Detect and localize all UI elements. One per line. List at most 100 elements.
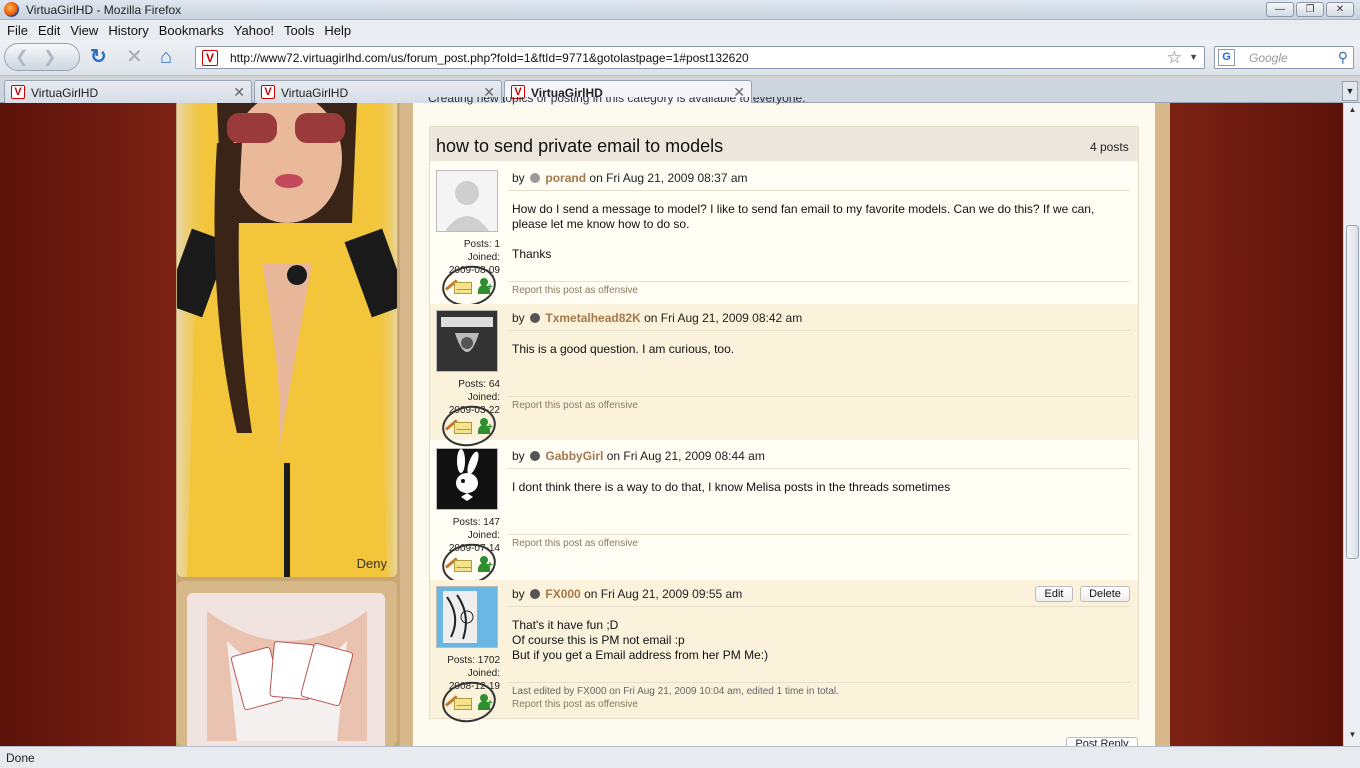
post-date: on Fri Aug 21, 2009 08:44 am bbox=[606, 449, 765, 463]
back-forward-group: ❮ ❯ bbox=[4, 43, 80, 71]
tab-favicon: V bbox=[11, 85, 25, 99]
report-post-link[interactable]: Report this post as offensive bbox=[512, 400, 638, 411]
delete-post-button[interactable]: Delete bbox=[1080, 586, 1130, 602]
tab-1[interactable]: V VirtuaGirlHD ✕ bbox=[4, 80, 252, 103]
scroll-down-icon[interactable]: ▼ bbox=[1346, 730, 1359, 744]
user-avatar[interactable] bbox=[436, 586, 498, 648]
navigation-toolbar: ❮ ❯ ↻ ✕ ⌂ V http://www72.virtuagirlhd.co… bbox=[0, 40, 1360, 76]
menu-bar: File Edit View History Bookmarks Yahoo! … bbox=[0, 20, 1360, 40]
model-photo[interactable]: Deny bbox=[177, 103, 397, 577]
forum-post: Posts: 1702 Joined: 2008-12-19 + by FX00… bbox=[430, 580, 1138, 727]
category-note: Creating new topics or posting in this c… bbox=[428, 97, 806, 105]
post-divider bbox=[508, 682, 1130, 683]
private-message-icon[interactable] bbox=[454, 560, 472, 572]
post-divider bbox=[508, 281, 1130, 282]
post-divider bbox=[508, 190, 1130, 191]
post-body: This is a good question. I am curious, t… bbox=[512, 342, 735, 356]
post-divider bbox=[508, 468, 1130, 469]
report-post-link[interactable]: Report this post as offensive bbox=[512, 285, 638, 296]
online-status-icon bbox=[530, 173, 541, 183]
search-placeholder[interactable]: Google bbox=[1249, 51, 1288, 65]
menu-edit[interactable]: Edit bbox=[33, 23, 65, 38]
post-date: on Fri Aug 21, 2009 08:42 am bbox=[644, 311, 803, 325]
post-author-link[interactable]: GabbyGirl bbox=[545, 449, 603, 463]
vertical-scrollbar[interactable]: ▲ ▼ bbox=[1343, 103, 1360, 746]
add-friend-icon[interactable]: + bbox=[478, 556, 493, 572]
private-message-icon[interactable] bbox=[454, 422, 472, 434]
tab-label: VirtuaGirlHD bbox=[31, 86, 99, 100]
page-background-right bbox=[1170, 103, 1343, 746]
back-arrow-icon[interactable]: ❮ bbox=[15, 47, 28, 67]
all-tabs-icon[interactable]: ▼ bbox=[1342, 81, 1358, 101]
edit-post-button[interactable]: Edit bbox=[1035, 586, 1073, 602]
page-background-left bbox=[0, 103, 176, 746]
menu-history[interactable]: History bbox=[103, 23, 153, 38]
model-photo-image bbox=[177, 103, 397, 577]
search-bar[interactable]: G Google ⚲ bbox=[1214, 46, 1354, 69]
private-message-icon[interactable] bbox=[454, 282, 472, 294]
scroll-up-icon[interactable]: ▲ bbox=[1346, 105, 1359, 119]
online-status-icon bbox=[530, 589, 541, 599]
add-friend-icon[interactable]: + bbox=[478, 418, 493, 434]
search-icon[interactable]: ⚲ bbox=[1338, 49, 1348, 66]
model-photo-2-image bbox=[187, 593, 385, 746]
user-post-count: Posts: 147 bbox=[452, 517, 500, 528]
close-window-button[interactable]: ✕ bbox=[1326, 2, 1354, 17]
post-author-link[interactable]: FX000 bbox=[545, 587, 580, 601]
forum-post: Posts: 1 Joined: 2009-08-09 + by porand … bbox=[430, 164, 1138, 311]
google-engine-icon[interactable]: G bbox=[1218, 49, 1235, 66]
menu-yahoo[interactable]: Yahoo! bbox=[229, 23, 279, 38]
reload-icon[interactable]: ↻ bbox=[90, 46, 107, 68]
online-status-icon bbox=[530, 451, 541, 461]
post-divider bbox=[508, 606, 1130, 607]
post-body: That's it have fun ;D Of course this is … bbox=[512, 618, 769, 662]
user-action-icons: + bbox=[438, 261, 500, 311]
post-divider bbox=[508, 396, 1130, 397]
menu-view[interactable]: View bbox=[65, 23, 103, 38]
post-author-link[interactable]: porand bbox=[545, 171, 586, 185]
home-icon[interactable]: ⌂ bbox=[160, 46, 172, 68]
report-post-link[interactable]: Report this post as offensive bbox=[512, 538, 638, 549]
user-post-count: Posts: 64 bbox=[458, 379, 500, 390]
url-dropdown-icon[interactable]: ▼ bbox=[1189, 52, 1198, 62]
post-byline: by Txmetalhead82K on Fri Aug 21, 2009 08… bbox=[512, 311, 803, 325]
user-avatar[interactable] bbox=[436, 448, 498, 510]
url-bar[interactable]: V http://www72.virtuagirlhd.com/us/forum… bbox=[195, 46, 1205, 69]
user-avatar[interactable] bbox=[436, 310, 498, 372]
post-byline: by GabbyGirl on Fri Aug 21, 2009 08:44 a… bbox=[512, 449, 765, 463]
add-friend-icon[interactable]: + bbox=[478, 694, 493, 710]
tab-favicon: V bbox=[261, 85, 275, 99]
user-post-count: Posts: 1 bbox=[463, 239, 500, 250]
status-bar: Done bbox=[0, 746, 1360, 768]
status-text: Done bbox=[6, 751, 35, 765]
add-friend-icon[interactable]: + bbox=[478, 278, 493, 294]
site-favicon: V bbox=[202, 50, 218, 66]
user-avatar[interactable] bbox=[436, 170, 498, 232]
private-message-icon[interactable] bbox=[454, 698, 472, 710]
menu-file[interactable]: File bbox=[2, 23, 33, 38]
close-tab-icon[interactable]: ✕ bbox=[233, 84, 245, 101]
post-edit-note: Last edited by FX000 on Fri Aug 21, 2009… bbox=[512, 686, 839, 697]
firefox-icon bbox=[4, 2, 19, 17]
forward-arrow-icon[interactable]: ❯ bbox=[43, 47, 56, 67]
photo-caption: Deny bbox=[356, 556, 387, 571]
report-post-link[interactable]: Report this post as offensive bbox=[512, 699, 638, 710]
model-photo-2[interactable] bbox=[177, 581, 397, 746]
tab-label: VirtuaGirlHD bbox=[281, 86, 349, 100]
url-text[interactable]: http://www72.virtuagirlhd.com/us/forum_p… bbox=[230, 51, 749, 65]
menu-help[interactable]: Help bbox=[319, 23, 356, 38]
post-byline: by FX000 on Fri Aug 21, 2009 09:55 am bbox=[512, 587, 743, 601]
post-author-link[interactable]: Txmetalhead82K bbox=[545, 311, 640, 325]
menu-bookmarks[interactable]: Bookmarks bbox=[154, 23, 229, 38]
online-status-icon bbox=[530, 313, 541, 323]
bookmark-star-icon[interactable]: ☆ bbox=[1167, 48, 1182, 68]
scrollbar-thumb[interactable] bbox=[1346, 225, 1359, 559]
menu-tools[interactable]: Tools bbox=[279, 23, 319, 38]
minimize-button[interactable]: — bbox=[1266, 2, 1294, 17]
user-joined-label: Joined: bbox=[467, 392, 500, 403]
user-joined-label: Joined: bbox=[467, 668, 500, 679]
title-bar: VirtuaGirlHD - Mozilla Firefox — ❐ ✕ bbox=[0, 0, 1360, 20]
restore-button[interactable]: ❐ bbox=[1296, 2, 1324, 17]
stop-icon[interactable]: ✕ bbox=[126, 46, 143, 68]
post-byline: by porand on Fri Aug 21, 2009 08:37 am bbox=[512, 171, 748, 185]
